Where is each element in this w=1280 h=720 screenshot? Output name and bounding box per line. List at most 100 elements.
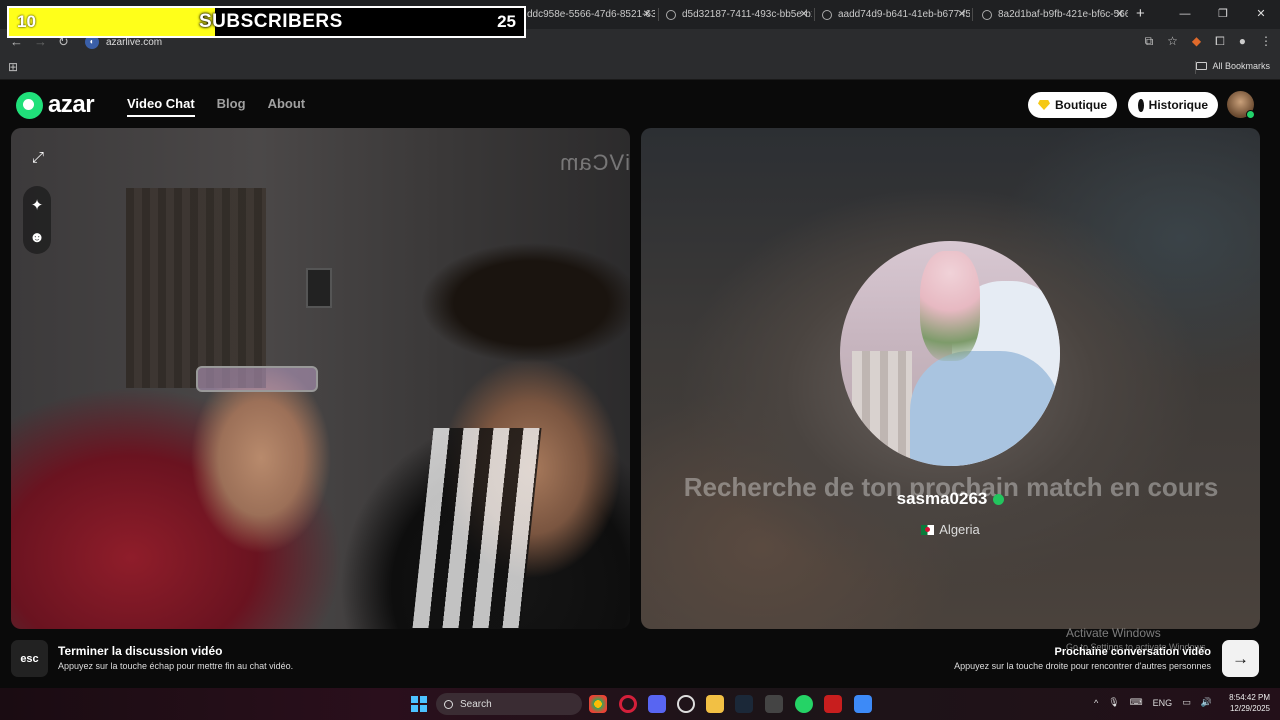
boutique-label: Boutique [1055, 98, 1107, 112]
gem-icon [1038, 100, 1050, 110]
subscriber-current-count: 10 [17, 12, 36, 31]
bottom-action-bar: esc Terminer la discussion vidéo Appuyez… [0, 626, 1280, 688]
toolbar-icons: ⧉ ☆ ◆ ⧠ ● ⋮ [1145, 34, 1272, 49]
windows-taskbar: Search ^ 🎙 ⌨ ENG ▭ 🔊 8:54:42 PM 12/29/20… [0, 688, 1280, 720]
whatsapp-taskbar-icon[interactable] [795, 695, 813, 713]
extension-fire-icon[interactable]: ◆ [1192, 34, 1201, 49]
clock-icon [1138, 98, 1146, 112]
match-username: sasma0263 [641, 489, 1260, 509]
taskbar-clock[interactable]: 8:54:42 PM 12/29/2025 [1222, 693, 1270, 715]
window-controls: — ❐ ✕ [1166, 0, 1280, 29]
app-blue-taskbar-icon[interactable] [854, 695, 872, 713]
search-icon [444, 699, 453, 709]
profile-flowers [920, 251, 980, 361]
minimize-button[interactable]: — [1166, 0, 1204, 29]
volume-icon[interactable]: 🔊 [1201, 697, 1212, 708]
folder-icon [1196, 62, 1208, 70]
boutique-button[interactable]: Boutique [1028, 92, 1117, 118]
remote-match-panel: Recherche de ton prochain match en cours… [641, 128, 1260, 629]
apps-grid-icon[interactable]: ⊞ [8, 60, 18, 74]
new-tab-button[interactable]: + [1136, 5, 1145, 22]
end-chat-description: Appuyez sur la touche échap pour mettre … [58, 661, 294, 671]
expand-icon[interactable]: ⤢ [23, 142, 53, 172]
close-icon[interactable]: ✕ [1116, 9, 1124, 20]
azar-page: azar Video Chat Blog About Boutique Hist… [0, 80, 1280, 688]
video-background-frame [306, 268, 332, 308]
subscriber-goal-overlay: 10 SUBSCRIBERS 25 [7, 6, 526, 38]
historique-button[interactable]: Historique [1128, 92, 1218, 118]
verified-badge-icon [993, 494, 1005, 506]
language-indicator[interactable]: ENG [1153, 698, 1173, 708]
globe-icon [666, 9, 676, 20]
close-icon[interactable]: ✕ [958, 9, 966, 20]
windows-start-icon[interactable] [411, 696, 427, 712]
browser-tab[interactable]: ddc958e-5566-47d6-8521-63 ✕ [527, 4, 655, 25]
app-circle-taskbar-icon[interactable] [677, 695, 695, 713]
discord-taskbar-icon[interactable] [648, 695, 666, 713]
video-background-curtain [126, 188, 266, 388]
activate-windows-title: Activate Windows [1066, 626, 1161, 640]
tab-title: ddc958e-5566-47d6-8521-63 [527, 9, 655, 20]
video-tools-panel: ✦ ☻ [23, 186, 51, 254]
nav-about[interactable]: About [268, 96, 306, 117]
next-chat-description: Appuyez sur la touche droite pour rencon… [954, 661, 1211, 671]
close-window-button[interactable]: ✕ [1242, 0, 1280, 29]
end-chat-title: Terminer la discussion vidéo [58, 644, 223, 658]
browser-tab[interactable]: aadd74d9-b641-41eb-b677-f5 ✕ [822, 4, 970, 25]
nav-video-chat[interactable]: Video Chat [127, 96, 195, 117]
close-icon[interactable]: ✕ [800, 9, 808, 20]
globe-icon [822, 9, 832, 20]
extensions-puzzle-icon[interactable]: ⧠ [1215, 34, 1225, 49]
all-bookmarks-label: All Bookmarks [1212, 61, 1270, 71]
profile-subject-robe [910, 351, 1060, 466]
match-profile-picture [840, 241, 1060, 466]
profile-background-pillar [852, 351, 912, 466]
next-chat-arrow-button[interactable]: → [1222, 640, 1259, 677]
globe-icon [982, 9, 992, 20]
algeria-flag-icon [921, 525, 935, 535]
chrome-taskbar-icon[interactable] [589, 695, 607, 713]
bookmark-star-icon[interactable]: ☆ [1167, 34, 1178, 49]
match-country-text: Algeria [939, 522, 980, 537]
top-nav: Video Chat Blog About [127, 96, 305, 117]
app-red-taskbar-icon[interactable] [824, 695, 842, 713]
microphone-icon[interactable]: 🎙 [1108, 697, 1119, 708]
keyboard-icon[interactable]: ⌨ [1130, 697, 1143, 708]
taskbar-search[interactable]: Search [436, 693, 582, 715]
video-subject-scarf [412, 428, 542, 628]
app-window-taskbar-icon[interactable] [765, 695, 783, 713]
azar-logo-text: azar [48, 91, 95, 118]
next-chat-title: Prochaine conversation vidéo [1054, 646, 1212, 658]
taskbar-time: 8:54:42 PM [1229, 693, 1270, 702]
taskbar-search-label: Search [460, 698, 492, 710]
bookmarks-bar: ⊞ All Bookmarks [0, 55, 1280, 80]
steam-taskbar-icon[interactable] [735, 695, 753, 713]
user-avatar[interactable] [1227, 91, 1255, 119]
url-text: azarlive.com [106, 36, 163, 48]
file-explorer-taskbar-icon[interactable] [706, 695, 724, 713]
install-app-icon[interactable]: ⧉ [1145, 34, 1154, 49]
subscriber-goal-count: 25 [497, 12, 516, 31]
browser-tab[interactable]: d5d32187-7411-493c-bb5e-b1 ✕ [666, 4, 812, 25]
end-chat-esc-button[interactable]: esc [11, 640, 48, 677]
azar-logo[interactable]: azar [16, 91, 95, 119]
nav-blog[interactable]: Blog [217, 96, 246, 117]
tray-chevron-up-icon[interactable]: ^ [1094, 698, 1098, 708]
subscriber-label: SUBSCRIBERS [199, 11, 343, 32]
browser-tab[interactable]: 8a2d1baf-b9fb-421e-bf6c-566 ✕ [982, 4, 1128, 25]
face-filter-icon[interactable]: ☻ [22, 222, 52, 252]
all-bookmarks-button[interactable]: All Bookmarks [1196, 61, 1270, 71]
restore-button[interactable]: ❐ [1204, 0, 1242, 29]
opera-taskbar-icon[interactable] [619, 695, 637, 713]
sparkle-effects-icon[interactable]: ✦ [22, 190, 52, 220]
arrow-right-icon: → [1232, 648, 1249, 668]
match-country: Algeria [641, 522, 1260, 537]
tab-title: d5d32187-7411-493c-bb5e-b1 [682, 9, 812, 20]
profile-icon[interactable]: ● [1239, 34, 1246, 49]
tab-title: 8a2d1baf-b9fb-421e-bf6c-566 [998, 9, 1128, 20]
close-icon[interactable]: ✕ [643, 9, 651, 20]
camera-watermark: iVCam [558, 150, 630, 175]
taskbar-date: 12/29/2025 [1229, 703, 1270, 713]
network-icon[interactable]: ▭ [1182, 697, 1191, 708]
menu-dots-icon[interactable]: ⋮ [1260, 34, 1272, 49]
